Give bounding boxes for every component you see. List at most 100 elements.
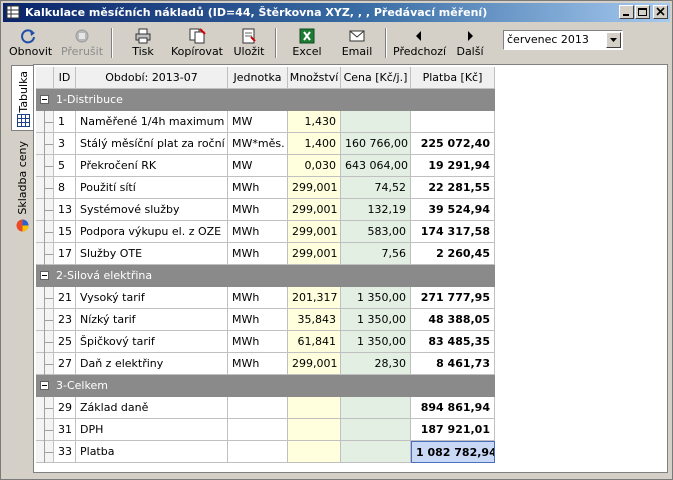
cell-item[interactable]: Špičkový tarif	[76, 331, 228, 353]
close-button[interactable]	[653, 5, 668, 19]
tab-table[interactable]: Tabulka	[11, 65, 35, 131]
cell-price[interactable]	[341, 419, 411, 441]
tab-price-composition[interactable]: Skladba ceny	[12, 137, 34, 237]
cell-quantity[interactable]: 0,030	[288, 155, 341, 177]
cell-id[interactable]: 21	[54, 287, 76, 309]
cell-unit[interactable]: MWh	[228, 199, 288, 221]
cell-payment[interactable]: 2 260,45	[411, 243, 495, 265]
cell-payment[interactable]	[411, 111, 495, 133]
cell-id[interactable]: 1	[54, 111, 76, 133]
next-button[interactable]: Další	[453, 26, 487, 60]
cell-item[interactable]: Systémové služby	[76, 199, 228, 221]
cell-payment[interactable]: 22 281,55	[411, 177, 495, 199]
table-row[interactable]: 5 Překročení RK MW 0,030 643 064,00 19 291,94	[36, 155, 495, 177]
cell-unit[interactable]: MWh	[228, 221, 288, 243]
cell-price[interactable]	[341, 397, 411, 419]
cell-payment[interactable]: 187 921,01	[411, 419, 495, 441]
cell-quantity[interactable]: 299,001	[288, 177, 341, 199]
cell-payment[interactable]: 1 082 782,94	[411, 441, 495, 463]
print-button[interactable]: Tisk	[123, 26, 163, 60]
collapse-icon[interactable]	[40, 95, 49, 104]
cell-unit[interactable]	[228, 419, 288, 441]
cell-unit[interactable]: MWh	[228, 331, 288, 353]
cell-price[interactable]: 132,19	[341, 199, 411, 221]
cell-id[interactable]: 25	[54, 331, 76, 353]
cell-payment[interactable]: 271 777,95	[411, 287, 495, 309]
cell-id[interactable]: 13	[54, 199, 76, 221]
header-period[interactable]: Období: 2013-07	[76, 67, 228, 89]
cell-quantity[interactable]: 1,430	[288, 111, 341, 133]
cell-unit[interactable]: MWh	[228, 177, 288, 199]
cell-id[interactable]: 33	[54, 441, 76, 463]
table-row[interactable]: 27 Daň z elektřiny MWh 299,001 28,30 8 461,73	[36, 353, 495, 375]
cell-id[interactable]: 29	[54, 397, 76, 419]
table-row[interactable]: 21 Vysoký tarif MWh 201,317 1 350,00 271 777,…	[36, 287, 495, 309]
copy-button[interactable]: Kopírovat	[170, 26, 224, 60]
cell-unit[interactable]: MW	[228, 155, 288, 177]
table-row[interactable]: 23 Nízký tarif MWh 35,843 1 350,00 48 388,05	[36, 309, 495, 331]
cell-payment[interactable]: 8 461,73	[411, 353, 495, 375]
cell-price[interactable]: 643 064,00	[341, 155, 411, 177]
cell-id[interactable]: 31	[54, 419, 76, 441]
header-id[interactable]: ID	[54, 67, 76, 89]
header-quantity[interactable]: Množství	[288, 67, 341, 89]
cell-item[interactable]: Naměřené 1/4h maximum	[76, 111, 228, 133]
excel-button[interactable]: Excel	[287, 26, 327, 60]
cell-quantity[interactable]: 61,841	[288, 331, 341, 353]
cell-quantity[interactable]	[288, 397, 341, 419]
group-row[interactable]: 1-Distribuce	[36, 89, 495, 111]
cell-unit[interactable]: MWh	[228, 243, 288, 265]
cell-quantity[interactable]: 35,843	[288, 309, 341, 331]
table-row[interactable]: 33 Platba 1 082 782,94	[36, 441, 495, 463]
email-button[interactable]: Email	[337, 26, 377, 60]
cell-item[interactable]: Daň z elektřiny	[76, 353, 228, 375]
cell-item[interactable]: Použití sítí	[76, 177, 228, 199]
cell-price[interactable]: 1 350,00	[341, 309, 411, 331]
cell-payment[interactable]: 894 861,94	[411, 397, 495, 419]
cell-payment[interactable]: 225 072,40	[411, 133, 495, 155]
refresh-button[interactable]: Obnovit	[9, 26, 52, 60]
cell-unit[interactable]: MWh	[228, 353, 288, 375]
cell-item[interactable]: Vysoký tarif	[76, 287, 228, 309]
cell-unit[interactable]: MW*měs.	[228, 133, 288, 155]
cell-price[interactable]: 160 766,00	[341, 133, 411, 155]
cell-price[interactable]	[341, 111, 411, 133]
cell-price[interactable]: 583,00	[341, 221, 411, 243]
cell-quantity[interactable]: 1,400	[288, 133, 341, 155]
header-price[interactable]: Cena [Kč/j.]	[341, 67, 411, 89]
cell-unit[interactable]: MWh	[228, 309, 288, 331]
previous-button[interactable]: Předchozí	[393, 26, 446, 60]
table-row[interactable]: 13 Systémové služby MWh 299,001 132,19 39 524…	[36, 199, 495, 221]
cell-payment[interactable]: 83 485,35	[411, 331, 495, 353]
table-row[interactable]: 31 DPH 187 921,01	[36, 419, 495, 441]
month-select[interactable]: červenec 2013	[503, 30, 623, 50]
cell-unit[interactable]	[228, 441, 288, 463]
cell-price[interactable]: 74,52	[341, 177, 411, 199]
cell-payment[interactable]: 39 524,94	[411, 199, 495, 221]
table-row[interactable]: 8 Použití sítí MWh 299,001 74,52 22 281,55	[36, 177, 495, 199]
cell-price[interactable]: 7,56	[341, 243, 411, 265]
cell-quantity[interactable]: 201,317	[288, 287, 341, 309]
group-row[interactable]: 3-Celkem	[36, 375, 495, 397]
cell-id[interactable]: 8	[54, 177, 76, 199]
cell-item[interactable]: Překročení RK	[76, 155, 228, 177]
cell-item[interactable]: Podpora výkupu el. z OZE	[76, 221, 228, 243]
cell-payment[interactable]: 48 388,05	[411, 309, 495, 331]
cell-quantity[interactable]	[288, 441, 341, 463]
cell-quantity[interactable]: 299,001	[288, 221, 341, 243]
header-unit[interactable]: Jednotka	[228, 67, 288, 89]
cell-id[interactable]: 23	[54, 309, 76, 331]
cell-quantity[interactable]: 299,001	[288, 243, 341, 265]
group-row[interactable]: 2-Silová elektřina	[36, 265, 495, 287]
cell-unit[interactable]: MW	[228, 111, 288, 133]
collapse-icon[interactable]	[40, 381, 49, 390]
table-row[interactable]: 29 Základ daně 894 861,94	[36, 397, 495, 419]
maximize-button[interactable]	[635, 5, 650, 19]
cell-item[interactable]: Služby OTE	[76, 243, 228, 265]
table-row[interactable]: 1 Naměřené 1/4h maximum MW 1,430	[36, 111, 495, 133]
cell-unit[interactable]: MWh	[228, 287, 288, 309]
cell-payment[interactable]: 174 317,58	[411, 221, 495, 243]
cell-payment[interactable]: 19 291,94	[411, 155, 495, 177]
cell-item[interactable]: DPH	[76, 419, 228, 441]
cell-quantity[interactable]: 299,001	[288, 353, 341, 375]
